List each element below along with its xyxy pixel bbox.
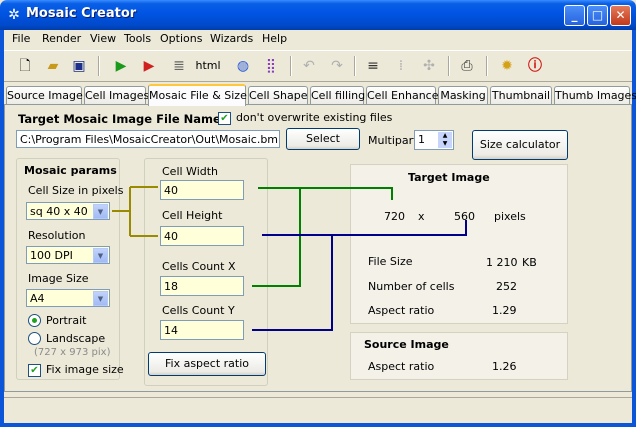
green-connector (252, 187, 393, 287)
tab-mosaic-file-size[interactable]: Mosaic File & Size (148, 84, 247, 106)
olive-connector (112, 186, 158, 237)
connector-lines (112, 186, 467, 331)
blue-connector (252, 220, 467, 331)
status-bar (4, 397, 632, 423)
